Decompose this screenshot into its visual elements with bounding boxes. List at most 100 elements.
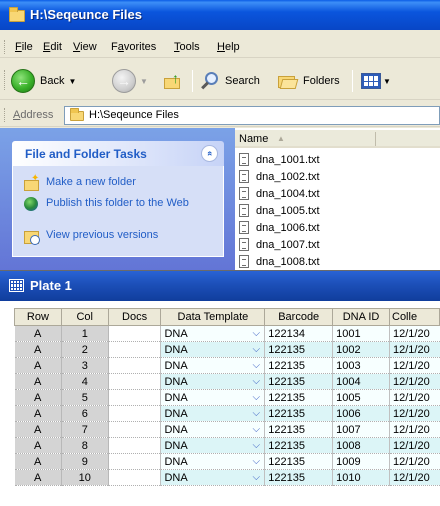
views-button[interactable]: ▼: [361, 68, 391, 94]
menu-file[interactable]: File: [15, 41, 33, 53]
file-item[interactable]: dna_1006.txt: [239, 219, 320, 236]
chevron-down-icon[interactable]: ⌵: [250, 424, 262, 435]
file-item[interactable]: dna_1004.txt: [239, 185, 320, 202]
chevron-down-icon[interactable]: ⌵: [250, 328, 262, 339]
data-template-cell[interactable]: DNA ⌵: [160, 373, 266, 390]
barcode-cell[interactable]: 122135: [264, 341, 334, 358]
table-row[interactable]: A 6 DNA ⌵ 122135 1006 12/1/20: [14, 405, 440, 422]
menu-view[interactable]: View: [73, 41, 97, 53]
file-item[interactable]: dna_1007.txt: [239, 236, 320, 253]
table-row[interactable]: A 9 DNA ⌵ 122135 1009 12/1/20: [14, 453, 440, 470]
barcode-cell[interactable]: 122135: [264, 389, 334, 406]
dna-id-cell[interactable]: 1009: [332, 453, 390, 470]
address-input[interactable]: H:\Seqeunce Files: [64, 106, 440, 125]
col-cell[interactable]: 6: [61, 405, 109, 422]
chevron-down-icon[interactable]: ⌵: [250, 344, 262, 355]
collected-cell[interactable]: 12/1/20: [389, 373, 440, 390]
data-template-cell[interactable]: DNA ⌵: [160, 325, 266, 342]
collected-cell[interactable]: 12/1/20: [389, 469, 440, 486]
table-row[interactable]: A 3 DNA ⌵ 122135 1003 12/1/20: [14, 357, 440, 374]
chevron-down-icon[interactable]: ⌵: [250, 392, 262, 403]
docs-cell[interactable]: [108, 453, 162, 470]
chevron-down-icon[interactable]: ⌵: [250, 360, 262, 371]
file-item[interactable]: dna_1005.txt: [239, 202, 320, 219]
row-cell[interactable]: A: [14, 357, 62, 374]
barcode-cell[interactable]: 122135: [264, 421, 334, 438]
dna-id-cell[interactable]: 1005: [332, 389, 390, 406]
collected-cell[interactable]: 12/1/20: [389, 341, 440, 358]
column-header-dna-id[interactable]: DNA ID: [332, 308, 390, 326]
col-cell[interactable]: 1: [61, 325, 109, 342]
barcode-cell[interactable]: 122135: [264, 373, 334, 390]
chevron-down-icon[interactable]: ⌵: [250, 376, 262, 387]
barcode-cell[interactable]: 122134: [264, 325, 334, 342]
col-cell[interactable]: 8: [61, 437, 109, 454]
menu-help[interactable]: Help: [217, 41, 240, 53]
table-row[interactable]: A 5 DNA ⌵ 122135 1005 12/1/20: [14, 389, 440, 406]
column-header-collected[interactable]: Colle: [389, 308, 440, 326]
col-cell[interactable]: 5: [61, 389, 109, 406]
data-template-cell[interactable]: DNA ⌵: [160, 453, 266, 470]
row-cell[interactable]: A: [14, 389, 62, 406]
up-folder-button[interactable]: ↑: [164, 68, 184, 94]
barcode-cell[interactable]: 122135: [264, 469, 334, 486]
column-splitter[interactable]: [375, 132, 376, 146]
folders-button[interactable]: Folders: [276, 68, 340, 94]
docs-cell[interactable]: [108, 421, 162, 438]
row-cell[interactable]: A: [14, 341, 62, 358]
data-template-cell[interactable]: DNA ⌵: [160, 437, 266, 454]
barcode-cell[interactable]: 122135: [264, 437, 334, 454]
table-row[interactable]: A 10 DNA ⌵ 122135 1010 12/1/20: [14, 469, 440, 486]
collected-cell[interactable]: 12/1/20: [389, 357, 440, 374]
dna-id-cell[interactable]: 1001: [332, 325, 390, 342]
file-folder-tasks-header[interactable]: File and Folder Tasks »: [12, 141, 224, 166]
collapse-chevron-icon[interactable]: »: [201, 145, 218, 162]
collected-cell[interactable]: 12/1/20: [389, 405, 440, 422]
row-cell[interactable]: A: [14, 325, 62, 342]
data-template-cell[interactable]: DNA ⌵: [160, 389, 266, 406]
docs-cell[interactable]: [108, 341, 162, 358]
dna-id-cell[interactable]: 1004: [332, 373, 390, 390]
dna-id-cell[interactable]: 1007: [332, 421, 390, 438]
file-item[interactable]: dna_1008.txt: [239, 253, 320, 270]
menu-bar-grip[interactable]: [4, 40, 7, 54]
dna-id-cell[interactable]: 1003: [332, 357, 390, 374]
back-dropdown-icon[interactable]: ▼: [68, 77, 76, 86]
forward-dropdown-icon[interactable]: ▼: [140, 77, 148, 86]
task-make-new-folder[interactable]: Make a new folder: [23, 173, 136, 192]
barcode-cell[interactable]: 122135: [264, 405, 334, 422]
menu-edit[interactable]: Edit: [43, 41, 62, 53]
row-cell[interactable]: A: [14, 453, 62, 470]
chevron-down-icon[interactable]: ⌵: [250, 472, 262, 483]
column-header-col[interactable]: Col: [60, 308, 109, 326]
file-item[interactable]: dna_1001.txt: [239, 151, 320, 168]
plate-titlebar[interactable]: Plate 1: [0, 271, 440, 301]
dna-id-cell[interactable]: 1008: [332, 437, 390, 454]
toolbar-grip[interactable]: [4, 70, 7, 90]
col-cell[interactable]: 3: [61, 357, 109, 374]
name-column-header[interactable]: Name ▲: [235, 130, 440, 148]
data-template-cell[interactable]: DNA ⌵: [160, 421, 266, 438]
row-cell[interactable]: A: [14, 469, 62, 486]
col-cell[interactable]: 7: [61, 421, 109, 438]
row-cell[interactable]: A: [14, 373, 62, 390]
docs-cell[interactable]: [108, 325, 162, 342]
dna-id-cell[interactable]: 1010: [332, 469, 390, 486]
col-cell[interactable]: 2: [61, 341, 109, 358]
col-cell[interactable]: 4: [61, 373, 109, 390]
forward-button[interactable]: → ▼: [112, 68, 148, 94]
collected-cell[interactable]: 12/1/20: [389, 421, 440, 438]
back-button[interactable]: ← Back ▼: [11, 68, 76, 94]
column-header-docs[interactable]: Docs: [107, 308, 162, 326]
collected-cell[interactable]: 12/1/20: [389, 389, 440, 406]
row-cell[interactable]: A: [14, 405, 62, 422]
docs-cell[interactable]: [108, 357, 162, 374]
barcode-cell[interactable]: 122135: [264, 357, 334, 374]
column-header-row[interactable]: Row: [14, 308, 62, 326]
data-template-cell[interactable]: DNA ⌵: [160, 357, 266, 374]
column-header-data-template[interactable]: Data Template: [160, 308, 266, 326]
data-template-cell[interactable]: DNA ⌵: [160, 469, 266, 486]
row-cell[interactable]: A: [14, 437, 62, 454]
data-template-cell[interactable]: DNA ⌵: [160, 341, 266, 358]
chevron-down-icon[interactable]: ⌵: [250, 456, 262, 467]
